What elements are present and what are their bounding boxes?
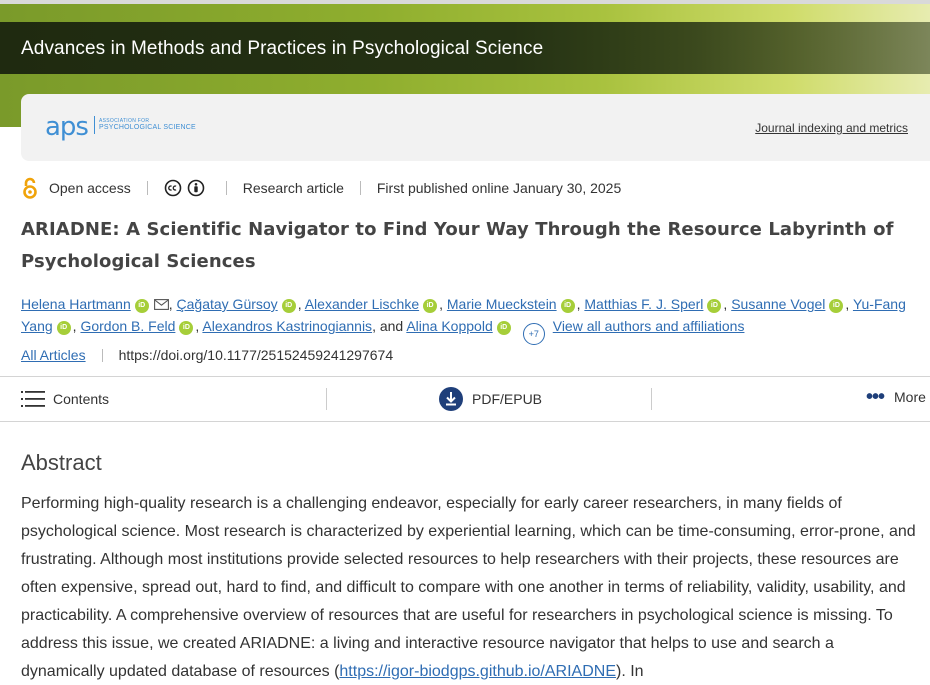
view-all-authors-link[interactable]: View all authors and affiliations	[553, 318, 745, 334]
toolbar-divider	[651, 388, 652, 410]
author-link[interactable]: Susanne Vogel	[731, 296, 825, 312]
contents-label: Contents	[53, 391, 110, 407]
orcid-icon[interactable]: iD	[496, 321, 511, 335]
and-text: , and	[372, 318, 404, 334]
author-link[interactable]: Alexandros Kastrinogiannis	[202, 318, 372, 334]
abstract-text: Performing high-quality research is a ch…	[21, 490, 916, 685]
all-articles-link[interactable]: All Articles	[21, 347, 86, 363]
article-type: Research article	[242, 180, 344, 196]
orcid-icon[interactable]: iD	[560, 299, 575, 313]
more-authors-badge[interactable]: +7	[522, 323, 545, 345]
journal-title[interactable]: Advances in Methods and Practices in Psy…	[21, 38, 543, 60]
author-link[interactable]: Marie Mueckstein	[447, 296, 557, 312]
author-link[interactable]: Helena Hartmann	[21, 296, 131, 312]
doi-divider	[101, 348, 103, 362]
abstract-body: Performing high-quality research is a ch…	[21, 495, 916, 680]
author-link[interactable]: Gordon B. Feld	[80, 318, 175, 334]
author-link[interactable]: Matthias F. J. Sperl	[584, 296, 703, 312]
aps-logo[interactable]: aps	[45, 112, 89, 142]
publication-date: First published online January 30, 2025	[376, 180, 622, 196]
email-icon[interactable]	[153, 299, 169, 310]
author-link[interactable]: Çağatay Gürsoy	[177, 296, 278, 312]
menu-icon	[21, 391, 45, 407]
orcid-icon[interactable]: iD	[423, 299, 438, 313]
abstract-heading: Abstract	[21, 450, 102, 475]
orcid-icon[interactable]: iD	[179, 321, 194, 335]
pdf-epub-button[interactable]: PDF/EPUB	[439, 387, 542, 411]
aps-logo-line2: PSYCHOLOGICAL SCIENCE	[99, 124, 196, 131]
ariadne-link[interactable]: https://igor-biodgps.github.io/ARIADNE	[339, 663, 616, 680]
orcid-icon[interactable]: iD	[56, 321, 71, 335]
banner-top-line	[0, 0, 930, 4]
abstract-body-tail: ). In	[616, 663, 644, 680]
toolbar-divider	[326, 388, 327, 410]
open-access-icon	[23, 177, 37, 199]
author-link[interactable]: Alexander Lischke	[305, 296, 419, 312]
orcid-icon[interactable]: iD	[134, 299, 149, 313]
article-title: ARIADNE: A Scientific Navigator to Find …	[21, 219, 894, 272]
journal-logo-card: aps ASSOCIATION FOR PSYCHOLOGICAL SCIENC…	[21, 94, 930, 161]
author-link[interactable]: Alina Koppold	[406, 318, 492, 334]
open-access-label: Open access	[49, 180, 131, 196]
contents-button[interactable]: Contents	[21, 389, 109, 409]
pdf-epub-label: PDF/EPUB	[472, 391, 543, 407]
doi-text[interactable]: https://doi.org/10.1177/2515245924129767…	[119, 347, 394, 363]
meta-divider	[359, 181, 361, 195]
more-button[interactable]: ••• More	[866, 386, 926, 408]
orcid-icon[interactable]: iD	[829, 299, 844, 313]
creative-commons-icon[interactable]	[164, 179, 182, 197]
orcid-icon[interactable]: iD	[281, 299, 296, 313]
author-list: Helena Hartmann iD, Çağatay Gürsoy iD, Ale…	[21, 293, 926, 345]
aps-logo-divider	[94, 116, 95, 134]
more-dots-icon: •••	[866, 386, 885, 408]
attribution-icon[interactable]	[187, 179, 205, 197]
orcid-icon[interactable]: iD	[707, 299, 722, 313]
download-icon	[439, 387, 463, 411]
journal-indexing-link[interactable]: Journal indexing and metrics	[755, 121, 908, 135]
article-meta-row: Open access Research article First publi…	[21, 176, 621, 200]
doi-row: All Articles https://doi.org/10.1177/251…	[21, 347, 393, 363]
meta-divider	[146, 181, 148, 195]
more-label: More	[894, 389, 926, 405]
article-toolbar: Contents PDF/EPUB ••• More	[0, 376, 930, 422]
meta-divider	[225, 181, 227, 195]
